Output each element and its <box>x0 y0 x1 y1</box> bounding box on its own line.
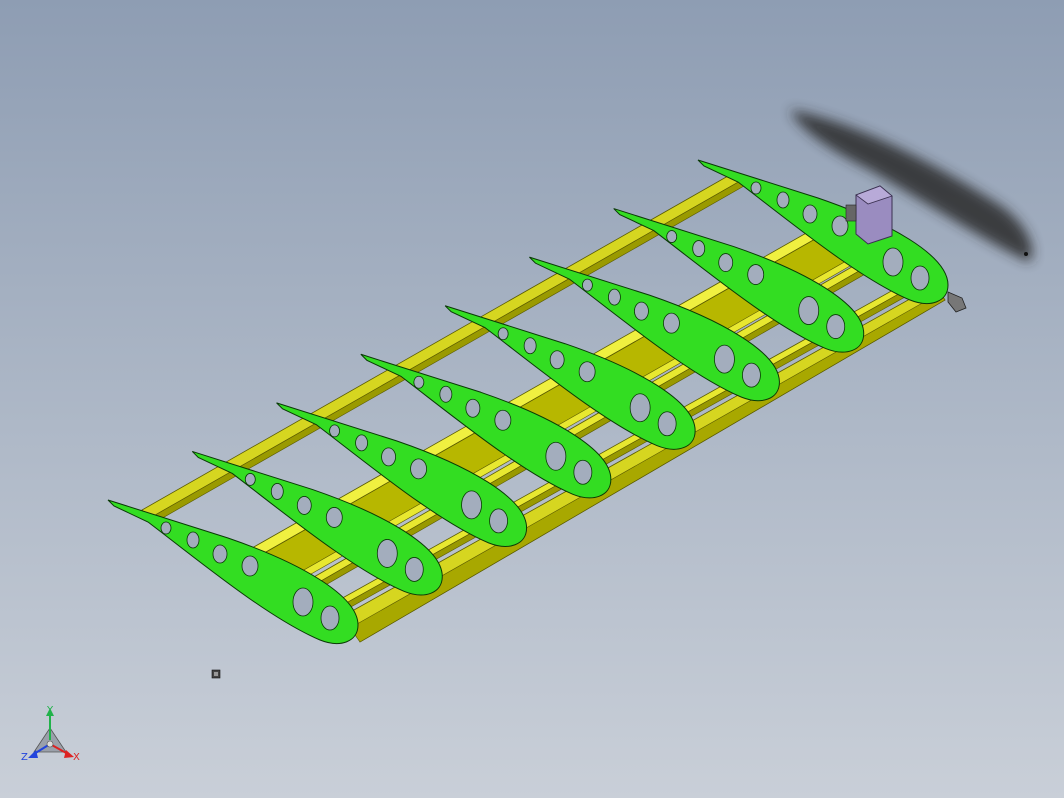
y-axis-label: Y <box>46 705 54 716</box>
cad-viewport[interactable]: Y Z X <box>0 0 1064 798</box>
x-axis-label: X <box>73 752 80 763</box>
rib-hole <box>629 393 651 423</box>
rib-hole <box>244 473 256 486</box>
rib-hole <box>714 344 735 374</box>
tip-bracket <box>947 291 967 313</box>
rib-hole <box>160 521 172 535</box>
rib-hole <box>489 508 508 534</box>
rib-hole <box>355 434 368 452</box>
rib-hole <box>831 215 849 237</box>
rib-hole <box>241 555 259 577</box>
rib-hole <box>882 247 904 277</box>
rib-hole <box>742 362 761 388</box>
rib-hole <box>270 483 284 500</box>
rib-hole <box>798 296 820 325</box>
rib-hole <box>608 288 621 306</box>
rib-hole <box>439 385 453 403</box>
rib-hole <box>381 447 396 467</box>
rib-hole <box>802 204 818 224</box>
rib-hole <box>578 361 596 383</box>
rib-hole <box>692 240 706 257</box>
small-part[interactable] <box>211 669 221 679</box>
rib-hole <box>376 539 398 568</box>
rib-hole <box>545 441 567 471</box>
rib-hole <box>325 507 343 528</box>
rib-hole <box>212 544 228 564</box>
rib-hole <box>465 398 481 418</box>
rib-hole <box>329 424 340 438</box>
rib-hole <box>292 587 314 617</box>
rib-hole <box>750 181 762 195</box>
rib-hole <box>573 459 593 485</box>
rib-hole <box>296 496 312 515</box>
rib-hole <box>494 409 512 431</box>
z-axis-label: Z <box>21 752 28 763</box>
wing-model-canvas[interactable]: Y Z X <box>0 0 1064 798</box>
rib-hole <box>497 327 509 341</box>
rib-hole <box>663 312 680 334</box>
rib-hole <box>413 375 425 389</box>
rib-hole <box>666 230 678 243</box>
coordinate-triad[interactable]: Y Z X <box>21 705 80 763</box>
rib-hole <box>410 458 427 480</box>
rib-hole <box>404 557 424 582</box>
rib-hole <box>718 253 734 272</box>
rib-hole <box>549 350 565 370</box>
rib-hole <box>657 411 677 437</box>
rib-hole <box>634 301 649 321</box>
rib-hole <box>776 191 790 209</box>
rib-hole <box>582 278 593 292</box>
rib-hole <box>186 531 200 549</box>
rib-hole <box>747 264 765 285</box>
rib-hole <box>320 605 340 631</box>
rib-hole <box>461 490 482 520</box>
rib-hole <box>523 337 537 355</box>
rib-hole <box>826 314 846 339</box>
rib-hole <box>910 265 930 291</box>
